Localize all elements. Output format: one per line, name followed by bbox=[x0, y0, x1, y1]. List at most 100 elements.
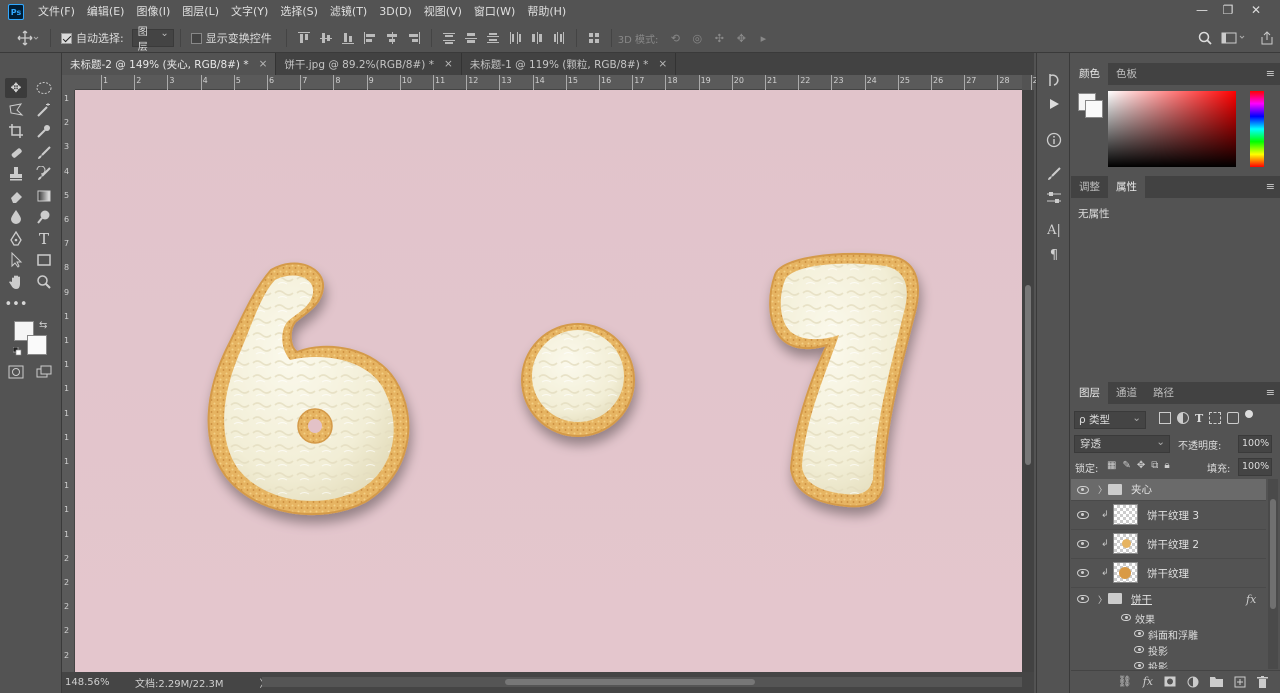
3d-roll-icon[interactable]: ◎ bbox=[688, 29, 706, 47]
share-icon[interactable] bbox=[1258, 29, 1276, 47]
tab-paths[interactable]: 路径 bbox=[1145, 382, 1182, 404]
lock-position-icon[interactable]: ✥ bbox=[1137, 460, 1145, 471]
delete-layer-icon[interactable] bbox=[1257, 675, 1268, 688]
align-hcenter-icon[interactable] bbox=[383, 29, 401, 47]
layer-row-texture[interactable]: ↲ 饼干纹理 bbox=[1071, 559, 1266, 588]
visibility-eye-icon[interactable] bbox=[1077, 540, 1089, 548]
tab-adjustments[interactable]: 调整 bbox=[1071, 176, 1108, 198]
add-style-fx-icon[interactable]: fx bbox=[1143, 675, 1153, 688]
tab-color[interactable]: 颜色 bbox=[1071, 63, 1108, 85]
actions-panel-icon[interactable] bbox=[1045, 95, 1063, 113]
distribute-right-icon[interactable] bbox=[550, 29, 568, 47]
canvas-horizontal-scrollbar[interactable] bbox=[262, 677, 1022, 687]
dodge-tool-icon[interactable] bbox=[33, 207, 55, 227]
menu-image[interactable]: 图像(I) bbox=[130, 0, 176, 24]
auto-select-dropdown[interactable]: 图层 bbox=[131, 27, 174, 53]
3d-slide-icon[interactable]: ✥ bbox=[732, 29, 750, 47]
menu-layer[interactable]: 图层(L) bbox=[176, 0, 225, 24]
lock-all-icon[interactable]: 🔒︎ bbox=[1164, 460, 1169, 471]
path-select-icon[interactable] bbox=[5, 250, 27, 270]
brush-tool-icon[interactable] bbox=[33, 143, 55, 163]
lock-artboard-icon[interactable]: ⧉ bbox=[1151, 460, 1158, 471]
effects-row[interactable]: 效果 bbox=[1071, 610, 1266, 626]
history-panel-icon[interactable] bbox=[1045, 71, 1063, 89]
menu-window[interactable]: 窗口(W) bbox=[468, 0, 521, 24]
filter-type-icon[interactable]: T bbox=[1195, 412, 1203, 425]
brush-settings-icon[interactable] bbox=[1045, 165, 1063, 183]
fill-input[interactable]: 100% bbox=[1238, 458, 1272, 476]
more-tools-icon[interactable]: ••• bbox=[5, 294, 28, 314]
lasso-tool-icon[interactable] bbox=[5, 100, 27, 120]
lock-pixels-icon[interactable]: ✎ bbox=[1122, 460, 1130, 471]
layer-row-texture-3[interactable]: ↲ 饼干纹理 3 bbox=[1071, 501, 1266, 530]
search-icon[interactable] bbox=[1196, 29, 1214, 47]
scroll-thumb[interactable] bbox=[1270, 499, 1276, 609]
auto-align-icon[interactable] bbox=[585, 29, 603, 47]
new-group-icon[interactable] bbox=[1210, 676, 1223, 687]
tab-properties[interactable]: 属性 bbox=[1108, 176, 1145, 198]
expand-arrow-icon[interactable]: 〉 bbox=[1098, 483, 1107, 496]
menu-type[interactable]: 文字(Y) bbox=[225, 0, 274, 24]
effect-row-bevel[interactable]: 斜面和浮雕 bbox=[1071, 626, 1266, 642]
layer-row-group-cookie[interactable]: 〉 饼干 fx bbox=[1071, 588, 1266, 610]
quick-mask-icon[interactable] bbox=[5, 362, 27, 382]
move-tool-icon[interactable]: ✥ bbox=[5, 78, 27, 98]
info-panel-icon[interactable] bbox=[1045, 131, 1063, 149]
scroll-thumb[interactable] bbox=[505, 679, 755, 685]
history-brush-icon[interactable] bbox=[33, 164, 55, 184]
layer-row-group-filling[interactable]: 〉 夹心 bbox=[1071, 479, 1266, 501]
menu-filter[interactable]: 滤镜(T) bbox=[324, 0, 373, 24]
swap-colors-icon[interactable]: ⇆ bbox=[39, 320, 47, 331]
tab-close-icon[interactable]: × bbox=[658, 58, 667, 70]
blur-tool-icon[interactable] bbox=[5, 207, 27, 227]
align-vcenter-icon[interactable] bbox=[317, 29, 335, 47]
visibility-eye-icon[interactable] bbox=[1134, 630, 1144, 637]
3d-pan-icon[interactable]: ✣ bbox=[710, 29, 728, 47]
lock-transparent-icon[interactable]: ▦ bbox=[1107, 460, 1116, 471]
link-layers-icon[interactable]: ⛓︎ bbox=[1118, 675, 1132, 688]
adjustments-sliders-icon[interactable] bbox=[1045, 189, 1063, 207]
restore-button[interactable]: ❐ bbox=[1216, 0, 1240, 20]
distribute-vcenter-icon[interactable] bbox=[462, 29, 480, 47]
color-bg-swatch[interactable] bbox=[1085, 100, 1103, 118]
move-tool-preset-icon[interactable] bbox=[14, 29, 42, 47]
menu-view[interactable]: 视图(V) bbox=[418, 0, 468, 24]
background-color-swatch[interactable] bbox=[27, 335, 47, 355]
3d-rotate-icon[interactable]: ⟲ bbox=[666, 29, 684, 47]
eraser-tool-icon[interactable] bbox=[5, 186, 27, 206]
filter-pixel-icon[interactable] bbox=[1159, 412, 1171, 424]
effect-row-drop-shadow[interactable]: 投影 bbox=[1071, 642, 1266, 658]
panel-menu-icon[interactable]: ≡ bbox=[1266, 386, 1275, 399]
visibility-eye-icon[interactable] bbox=[1077, 511, 1089, 519]
layers-scrollbar[interactable] bbox=[1268, 479, 1278, 669]
stamp-tool-icon[interactable] bbox=[5, 164, 27, 184]
3d-scale-icon[interactable]: ▸ bbox=[754, 29, 772, 47]
color-field[interactable] bbox=[1108, 91, 1236, 167]
hue-slider[interactable] bbox=[1250, 91, 1264, 167]
minimize-button[interactable]: — bbox=[1190, 0, 1214, 20]
effect-row-drop-shadow-2[interactable]: 投影 bbox=[1071, 658, 1266, 669]
filter-smart-object-icon[interactable] bbox=[1227, 412, 1240, 424]
default-colors-icon[interactable] bbox=[12, 346, 22, 356]
visibility-eye-icon[interactable] bbox=[1134, 662, 1144, 669]
marquee-tool-icon[interactable] bbox=[33, 78, 55, 98]
visibility-eye-icon[interactable] bbox=[1077, 486, 1089, 494]
type-tool-icon[interactable]: T bbox=[33, 229, 55, 249]
menu-edit[interactable]: 编辑(E) bbox=[81, 0, 131, 24]
tab-document-2[interactable]: 未标题-2 @ 149% (夹心, RGB/8#) * × bbox=[62, 53, 277, 75]
visibility-eye-icon[interactable] bbox=[1077, 569, 1089, 577]
vertical-ruler[interactable]: 1 2 3 4 5 6 7 8 9 1 1 1 1 1 1 1 1 1 1 2 2 2 2 2 bbox=[62, 90, 75, 672]
tab-cookie-jpg[interactable]: 饼干.jpg @ 89.2%(RGB/8#) * × bbox=[276, 53, 462, 75]
scroll-thumb[interactable] bbox=[1025, 285, 1031, 465]
align-bottom-icon[interactable] bbox=[339, 29, 357, 47]
distribute-bottom-icon[interactable] bbox=[484, 29, 502, 47]
visibility-eye-icon[interactable] bbox=[1134, 646, 1144, 653]
hand-tool-icon[interactable] bbox=[5, 272, 27, 292]
magic-wand-icon[interactable] bbox=[33, 100, 55, 120]
rectangle-tool-icon[interactable] bbox=[33, 250, 55, 270]
panel-menu-icon[interactable]: ≡ bbox=[1266, 67, 1275, 80]
filter-toggle-icon[interactable] bbox=[1245, 410, 1254, 418]
align-top-icon[interactable] bbox=[295, 29, 313, 47]
distribute-hcenter-icon[interactable] bbox=[528, 29, 546, 47]
menu-3d[interactable]: 3D(D) bbox=[373, 0, 418, 24]
